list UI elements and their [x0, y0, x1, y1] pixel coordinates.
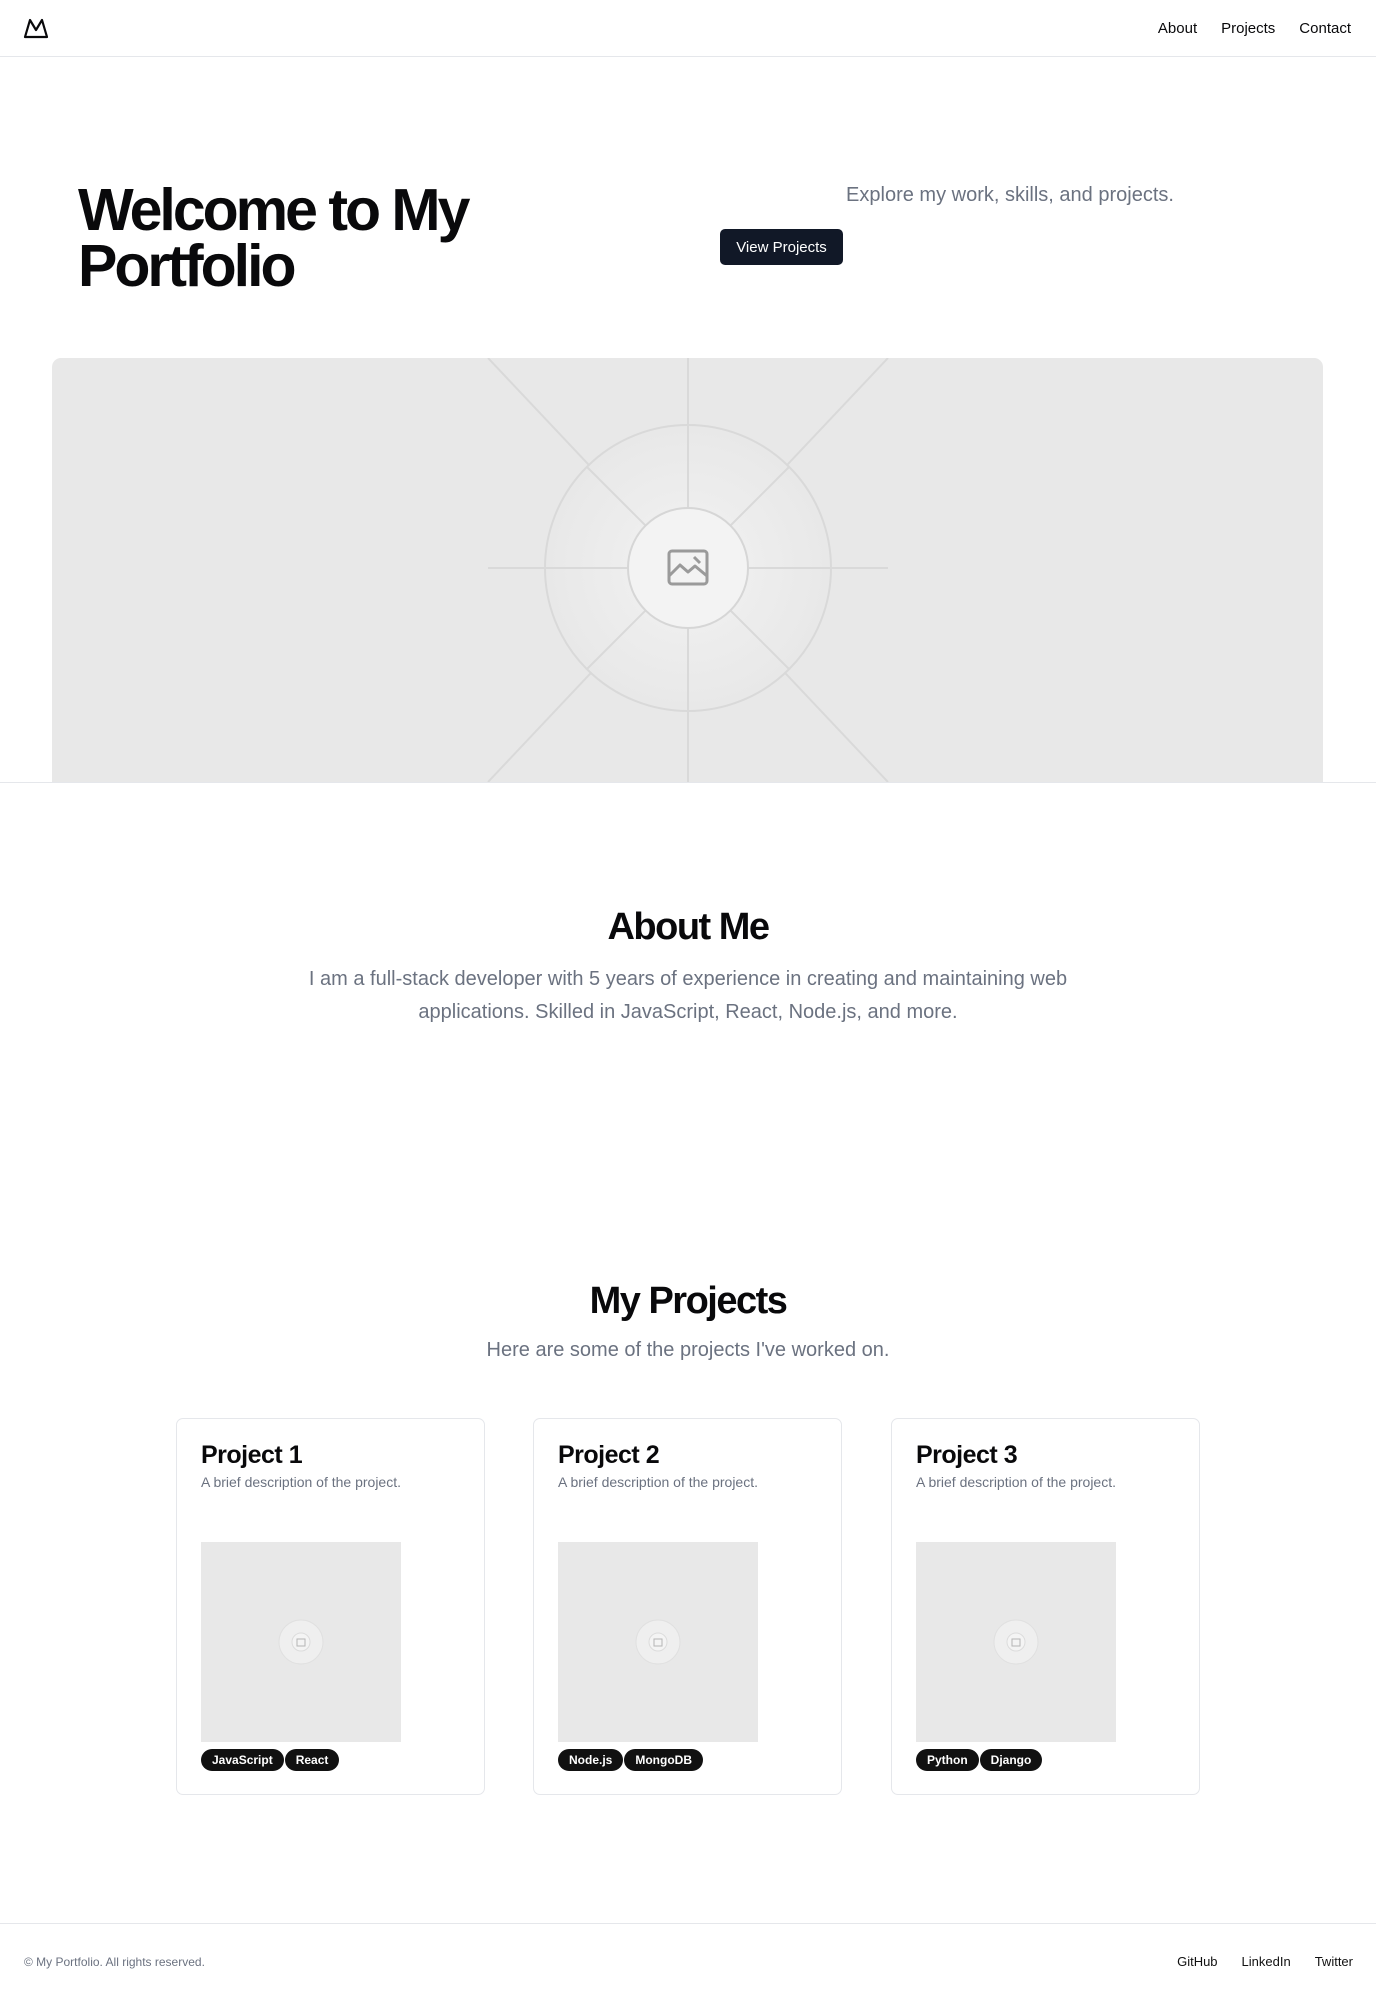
project-card-2[interactable]: Project 2 A brief description of the pro… — [533, 1418, 842, 1795]
project-card-1[interactable]: Project 1 A brief description of the pro… — [176, 1418, 485, 1795]
project-description: A brief description of the project. — [201, 1474, 401, 1490]
view-projects-button[interactable]: View Projects — [720, 229, 843, 265]
about-text: I am a full-stack developer with 5 years… — [308, 968, 1068, 1023]
nav-link-about[interactable]: About — [1158, 20, 1197, 37]
project-tags: Python Django — [916, 1749, 1043, 1771]
image-placeholder-icon — [278, 1619, 324, 1665]
nav-link-contact[interactable]: Contact — [1299, 20, 1351, 37]
tag-badge: Django — [979, 1749, 1043, 1771]
project-image-placeholder — [201, 1542, 401, 1742]
project-title: Project 1 — [201, 1441, 303, 1469]
project-tags: Node.js MongoDB — [558, 1749, 703, 1771]
site-header: About Projects Contact — [0, 0, 1376, 57]
site-footer: © My Portfolio. All rights reserved. Git… — [0, 1923, 1376, 1989]
project-title: Project 3 — [916, 1441, 1018, 1469]
image-placeholder-icon — [635, 1619, 681, 1665]
footer-link-twitter[interactable]: Twitter — [1315, 1954, 1353, 1969]
hero-title: Welcome to My Portfolio — [78, 177, 470, 299]
tag-badge: JavaScript — [201, 1749, 284, 1771]
footer-link-github[interactable]: GitHub — [1177, 1954, 1217, 1969]
hero-subtitle: Explore my work, skills, and projects. — [846, 184, 1174, 206]
footer-links: GitHub LinkedIn Twitter — [1153, 1954, 1353, 1969]
mountain-logo-icon[interactable] — [23, 17, 49, 39]
section-divider — [0, 782, 1376, 783]
project-tags: JavaScript React — [201, 1749, 340, 1771]
about-title: About Me — [607, 906, 770, 948]
tag-badge: React — [284, 1749, 340, 1771]
project-image-placeholder — [916, 1542, 1116, 1742]
tag-badge: MongoDB — [624, 1749, 703, 1771]
tag-badge: Python — [916, 1749, 979, 1771]
hero-image-placeholder — [52, 358, 1323, 782]
footer-link-linkedin[interactable]: LinkedIn — [1242, 1954, 1291, 1969]
tag-badge: Node.js — [558, 1749, 624, 1771]
nav-link-projects[interactable]: Projects — [1221, 20, 1275, 37]
image-placeholder-icon — [993, 1619, 1039, 1665]
projects-title: My Projects — [589, 1280, 788, 1322]
copyright-text: © My Portfolio. All rights reserved. — [24, 1955, 205, 1969]
main-nav: About Projects Contact — [1158, 0, 1376, 56]
project-title: Project 2 — [558, 1441, 660, 1469]
project-card-3[interactable]: Project 3 A brief description of the pro… — [891, 1418, 1200, 1795]
project-description: A brief description of the project. — [916, 1474, 1116, 1490]
project-description: A brief description of the project. — [558, 1474, 758, 1490]
projects-subtitle: Here are some of the projects I've worke… — [486, 1339, 890, 1361]
image-placeholder-icon — [487, 358, 889, 782]
project-image-placeholder — [558, 1542, 758, 1742]
